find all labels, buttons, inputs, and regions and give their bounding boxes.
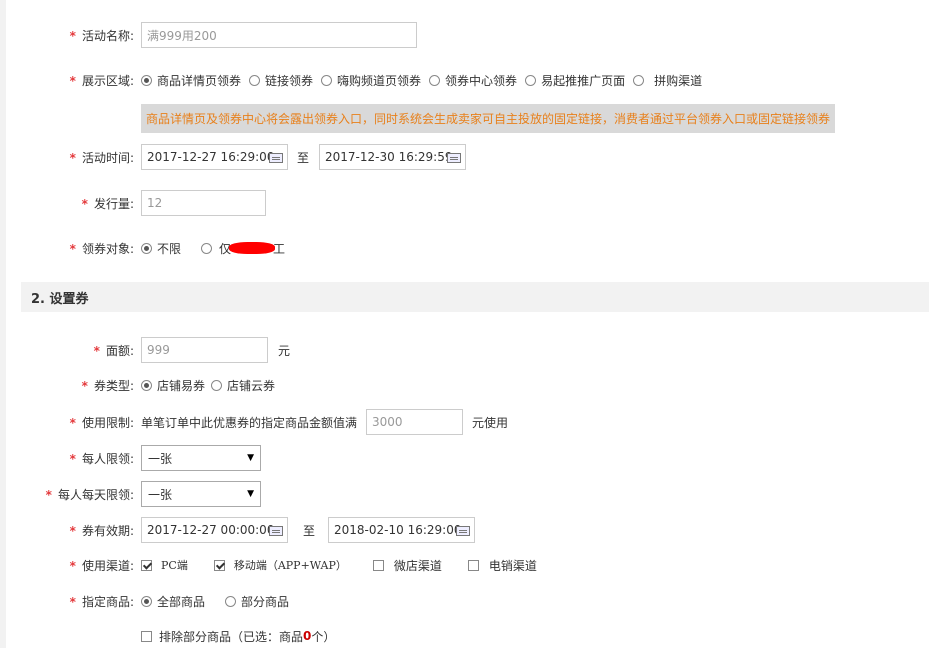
exclude-count: 0: [303, 629, 312, 643]
per-person-row: * 每人限领: 一张 ▼: [0, 443, 929, 473]
target-option-only[interactable]: 仅工: [201, 240, 285, 257]
activity-name-row: * 活动名称: 满999用200: [0, 20, 929, 50]
radio-icon[interactable]: [211, 379, 223, 391]
section-header-coupon: 2. 设置券: [21, 282, 929, 312]
exclude-goods-option[interactable]: 排除部分商品（已选：商品 0 个）: [141, 628, 335, 645]
chevron-down-icon[interactable]: ▼: [247, 453, 254, 463]
calendar-icon[interactable]: [447, 153, 462, 163]
target-label: * 领券对象:: [69, 241, 134, 256]
region-option-link[interactable]: 链接领券: [249, 72, 313, 89]
chevron-down-icon[interactable]: ▼: [247, 489, 254, 499]
channel-row: * 使用渠道: PC端 移动端（APP+WAP） 微店渠道 电销渠道: [0, 550, 929, 580]
limit-text: 单笔订单中此优惠券的指定商品金额值满: [141, 415, 358, 430]
issue-input[interactable]: 12: [141, 190, 266, 216]
checkbox-icon[interactable]: [141, 559, 152, 571]
radio-icon[interactable]: [633, 74, 645, 86]
checkbox-icon[interactable]: [213, 559, 225, 571]
face-unit: 元: [278, 343, 291, 358]
radio-icon[interactable]: [429, 74, 441, 86]
activity-name-input[interactable]: 满999用200: [141, 22, 417, 48]
channel-pc[interactable]: PC端: [141, 557, 188, 573]
radio-icon[interactable]: [141, 595, 152, 607]
face-input[interactable]: 999: [141, 337, 268, 363]
goods-row: * 指定商品: 全部商品 部分商品: [0, 586, 929, 616]
activity-name-label: * 活动名称:: [69, 28, 134, 43]
valid-separator: 至: [303, 523, 316, 538]
valid-row: * 券有效期: 2017-12-27 00:00:00 至 2018-02-10 …: [0, 515, 929, 545]
radio-icon[interactable]: [201, 242, 213, 254]
exclude-row: 排除部分商品（已选：商品 0 个）: [0, 621, 929, 648]
radio-icon[interactable]: [141, 242, 152, 254]
goods-label: * 指定商品:: [69, 594, 134, 609]
target-option-all[interactable]: 不限: [141, 240, 181, 257]
per-person-select[interactable]: 一张 ▼: [141, 445, 261, 471]
time-separator: 至: [297, 150, 310, 165]
channel-label: * 使用渠道:: [69, 558, 134, 573]
radio-icon[interactable]: [321, 74, 333, 86]
issue-label: * 发行量:: [81, 196, 134, 211]
region-option-detail[interactable]: 商品详情页领券: [141, 72, 241, 89]
radio-icon[interactable]: [525, 74, 537, 86]
type-row: * 券类型: 店铺易券 店铺云券: [0, 370, 929, 400]
limit-input[interactable]: 3000: [366, 409, 464, 435]
target-row: * 领券对象: 不限 仅工: [0, 233, 929, 263]
region-option-center[interactable]: 领券中心领券: [429, 72, 517, 89]
limit-row: * 使用限制: 单笔订单中此优惠券的指定商品金额值满 3000 元使用: [0, 407, 929, 437]
valid-label: * 券有效期:: [69, 523, 134, 538]
display-region-label: * 展示区域:: [69, 73, 134, 88]
face-row: * 面额: 999 元: [0, 335, 929, 365]
channel-tele[interactable]: 电销渠道: [467, 557, 537, 574]
display-region-row: * 展示区域: 商品详情页领券 链接领券 嗨购频道页领券 领券中心领券 易起推推广…: [0, 65, 929, 95]
per-day-label: * 每人每天限领:: [45, 487, 134, 502]
checkbox-icon[interactable]: [467, 559, 479, 571]
per-person-label: * 每人限领:: [69, 451, 134, 466]
region-option-promo[interactable]: 易起推推广页面: [525, 72, 625, 89]
issue-row: * 发行量: 12: [0, 188, 929, 218]
checkbox-icon[interactable]: [372, 559, 384, 571]
radio-icon[interactable]: [141, 379, 152, 391]
limit-label: * 使用限制:: [69, 415, 134, 430]
goods-option-part[interactable]: 部分商品: [225, 593, 289, 610]
face-label: * 面额:: [93, 343, 134, 358]
channel-wechat[interactable]: 微店渠道: [372, 557, 442, 574]
radio-icon[interactable]: [249, 74, 261, 86]
calendar-icon[interactable]: [269, 153, 283, 163]
valid-end-date[interactable]: 2018-02-10 16:29:00: [328, 517, 476, 543]
goods-option-all[interactable]: 全部商品: [141, 593, 205, 610]
valid-start-date[interactable]: 2017-12-27 00:00:00: [141, 517, 288, 543]
channel-mobile[interactable]: 移动端（APP+WAP）: [213, 557, 347, 573]
type-label: * 券类型:: [81, 378, 134, 393]
activity-end-date[interactable]: 2017-12-30 16:29:59: [319, 144, 467, 170]
calendar-icon[interactable]: [269, 526, 283, 536]
checkbox-icon[interactable]: [141, 630, 152, 642]
region-tip: 商品详情页及领券中心将会露出领券入口，同时系统会生成卖家可自主投放的固定链接，消…: [141, 104, 835, 133]
calendar-icon[interactable]: [456, 526, 471, 536]
radio-icon[interactable]: [141, 74, 152, 86]
per-day-select[interactable]: 一张 ▼: [141, 481, 261, 507]
region-option-channel[interactable]: 嗨购频道页领券: [321, 72, 421, 89]
redaction-mark: [229, 242, 276, 254]
region-option-pingou[interactable]: 拼购渠道: [633, 72, 702, 89]
type-option-easy[interactable]: 店铺易券: [141, 377, 205, 394]
type-option-cloud[interactable]: 店铺云券: [211, 377, 275, 394]
activity-time-row: * 活动时间: 2017-12-27 16:29:00 至 2017-12-30 …: [0, 142, 929, 172]
activity-start-date[interactable]: 2017-12-27 16:29:00: [141, 144, 288, 170]
limit-suffix: 元使用: [472, 415, 509, 430]
activity-time-label: * 活动时间:: [69, 150, 134, 165]
radio-icon[interactable]: [225, 595, 237, 607]
per-day-row: * 每人每天限领: 一张 ▼: [0, 479, 929, 509]
